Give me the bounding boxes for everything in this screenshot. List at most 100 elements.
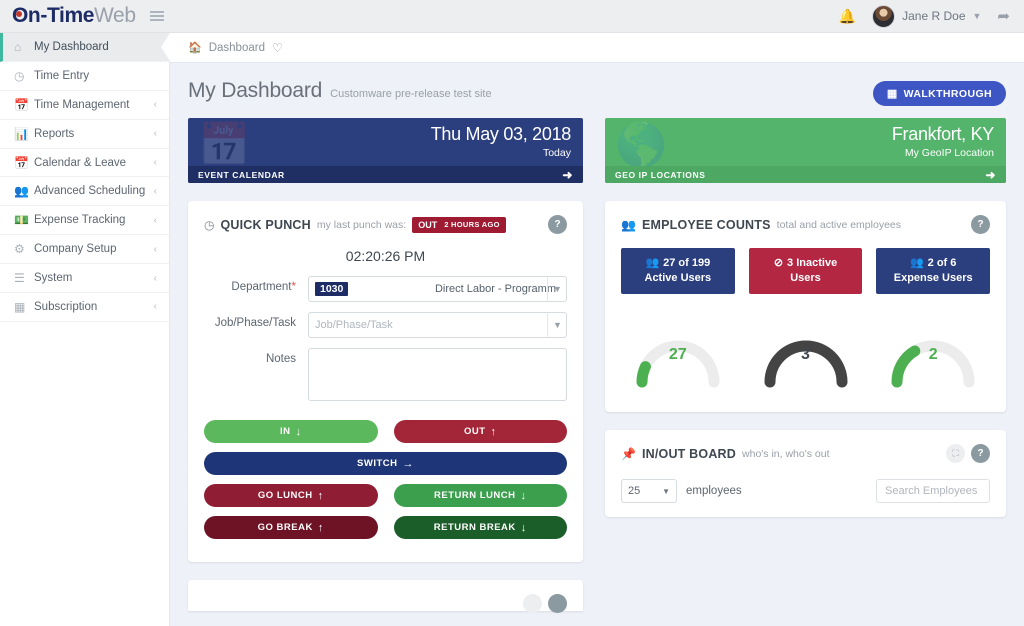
sidebar-item-subscription[interactable]: ▦ Subscription ‹ [0, 293, 169, 322]
gears-icon: ⚙ [14, 242, 34, 256]
main-content: My Dashboard Customware pre-release test… [170, 63, 1024, 626]
job-phase-task-select[interactable]: Job/Phase/Task [308, 312, 567, 338]
inout-board-controls: 25 ▼ employees [621, 479, 990, 503]
count-card-row: 👥27 of 199 Active Users ⊘3 Inactive User… [621, 248, 990, 294]
lower-left-panel-partial [188, 580, 583, 611]
punch-row-3: GO LUNCH ↑ RETURN LUNCH ↓ [204, 484, 567, 507]
page-title: My Dashboard [188, 79, 322, 103]
chevron-down-icon[interactable]: ▼ [547, 312, 567, 338]
job-phase-task-label: Job/Phase/Task [204, 312, 308, 329]
sidebar-item-expense-tracking[interactable]: 💵 Expense Tracking ‹ [0, 206, 169, 235]
hamburger-icon[interactable] [150, 11, 164, 21]
inactive-users-card[interactable]: ⊘3 Inactive Users [749, 248, 863, 294]
return-lunch-button[interactable]: RETURN LUNCH ↓ [394, 484, 568, 507]
page-size-select[interactable]: 25 ▼ [621, 479, 677, 503]
help-button[interactable]: ? [971, 215, 990, 234]
help-button[interactable]: ? [971, 444, 990, 463]
punch-out-label: OUT [464, 426, 486, 437]
sidebar-item-company-setup[interactable]: ⚙ Company Setup ‹ [0, 235, 169, 264]
punch-out-button[interactable]: OUT ↑ [394, 420, 568, 443]
event-calendar-banner[interactable]: 📅 Thu May 03, 2018 Today EVENT CALENDAR … [188, 118, 583, 183]
banner-text: Thu May 03, 2018 Today [431, 124, 571, 159]
sidebar-item-time-entry[interactable]: ◷ Time Entry [0, 62, 169, 91]
chevron-left-icon: ‹ [154, 215, 169, 226]
active-users-card[interactable]: 👥27 of 199 Active Users [621, 248, 735, 294]
sidebar-item-system[interactable]: ☰ System ‹ [0, 264, 169, 293]
arrow-up-circle-icon: ↑ [318, 522, 324, 534]
current-time: 02:20:26 PM [204, 248, 567, 264]
chevron-down-icon: ▼ [973, 11, 982, 21]
go-break-button[interactable]: GO BREAK ↑ [204, 516, 378, 539]
ban-icon: ⊘ [774, 256, 783, 271]
punch-in-button[interactable]: IN ↓ [204, 420, 378, 443]
arrow-right-circle-icon[interactable]: ➜ [985, 168, 996, 182]
banner-footer: GEO IP LOCATIONS ➜ [605, 166, 1006, 183]
logo-text-main: On-Time [12, 4, 94, 27]
active-users-label: Active Users [645, 271, 712, 286]
punch-row-4: GO BREAK ↑ RETURN BREAK ↓ [204, 516, 567, 539]
banner-footer: EVENT CALENDAR ➜ [188, 166, 583, 183]
expand-icon[interactable] [523, 594, 542, 613]
user-menu[interactable]: Jane R Doe ▼ [872, 5, 981, 28]
calendar-date-label: Today [431, 147, 571, 159]
chevron-down-icon: ▼ [662, 487, 670, 496]
chevron-down-icon[interactable]: ▼ [547, 276, 567, 302]
chevron-left-icon: ‹ [154, 244, 169, 255]
punch-switch-button[interactable]: SWITCH → [204, 452, 567, 475]
inactive-users-label: Users [790, 271, 821, 286]
search-employees-input[interactable] [876, 479, 990, 503]
arrow-down-circle-icon: ↓ [296, 426, 302, 438]
job-phase-task-control: Job/Phase/Task ▼ [308, 312, 567, 338]
banner-text: Frankfort, KY My GeoIP Location [892, 124, 994, 159]
sidebar-item-reports[interactable]: 📊 Reports ‹ [0, 120, 169, 149]
punch-row-1: IN ↓ OUT ↑ [204, 420, 567, 443]
help-button[interactable] [548, 594, 567, 613]
bar-chart-icon: 📊 [14, 127, 34, 141]
heart-icon[interactable]: ♡ [272, 41, 283, 55]
page-header: My Dashboard Customware pre-release test… [188, 63, 1006, 118]
home-icon: 🏠 [188, 41, 202, 54]
expense-users-card[interactable]: 👥2 of 6 Expense Users [876, 248, 990, 294]
chevron-left-icon: ‹ [154, 301, 169, 312]
logout-icon[interactable]: ➦ [997, 7, 1010, 25]
return-break-button[interactable]: RETURN BREAK ↓ [394, 516, 568, 539]
avatar [872, 5, 895, 28]
sidebar-item-label: Advanced Scheduling [34, 185, 154, 197]
walkthrough-button[interactable]: ▦ WALKTHROUGH [873, 81, 1006, 106]
go-lunch-button[interactable]: GO LUNCH ↑ [204, 484, 378, 507]
arrow-down-circle-icon: ↓ [520, 490, 526, 502]
job-phase-task-row: Job/Phase/Task Job/Phase/Task ▼ [204, 312, 567, 338]
return-lunch-label: RETURN LUNCH [434, 490, 515, 501]
user-name: Jane R Doe [902, 9, 965, 23]
breadcrumb-label[interactable]: Dashboard [209, 42, 265, 54]
go-lunch-label: GO LUNCH [258, 490, 313, 501]
sidebar-item-label: Time Management [34, 99, 154, 111]
department-select[interactable]: 1030 Direct Labor - Programm [308, 276, 567, 302]
punch-row-2: SWITCH → [204, 452, 567, 475]
expand-icon[interactable]: ⛶ [946, 444, 965, 463]
bell-icon[interactable]: 🔔 [839, 8, 856, 25]
notes-row: Notes [204, 348, 567, 406]
globe-icon: 🌎 [615, 124, 667, 166]
walkthrough-label: WALKTHROUGH [904, 88, 992, 100]
home-icon: ⌂ [14, 40, 34, 54]
film-icon: ▦ [887, 87, 898, 100]
active-users-count: 👥27 of 199 [645, 256, 710, 271]
department-row: Department* 1030 Direct Labor - Programm… [204, 276, 567, 302]
sidebar-item-advanced-scheduling[interactable]: 👥 Advanced Scheduling ‹ [0, 177, 169, 206]
money-icon: 💵 [14, 213, 34, 227]
sidebar-item-my-dashboard[interactable]: ⌂ My Dashboard [0, 33, 169, 62]
calendar-icon: 📅 [14, 156, 34, 170]
notes-input[interactable] [308, 348, 567, 401]
sidebar-item-time-management[interactable]: 📅 Time Management ‹ [0, 91, 169, 120]
banner-footer-label: EVENT CALENDAR [198, 170, 285, 180]
geoip-banner[interactable]: 🌎 Frankfort, KY My GeoIP Location GEO IP… [605, 118, 1006, 183]
chevron-left-icon: ‹ [154, 99, 169, 110]
quick-punch-subtitle: my last punch was: [317, 219, 406, 231]
sidebar-item-calendar-leave[interactable]: 📅 Calendar & Leave ‹ [0, 149, 169, 178]
chevron-left-icon: ‹ [154, 186, 169, 197]
employee-counts-title: EMPLOYEE COUNTS [642, 218, 771, 232]
arrow-right-circle-icon[interactable]: ➜ [562, 168, 573, 182]
notes-label: Notes [204, 348, 308, 365]
help-button[interactable]: ? [548, 215, 567, 234]
